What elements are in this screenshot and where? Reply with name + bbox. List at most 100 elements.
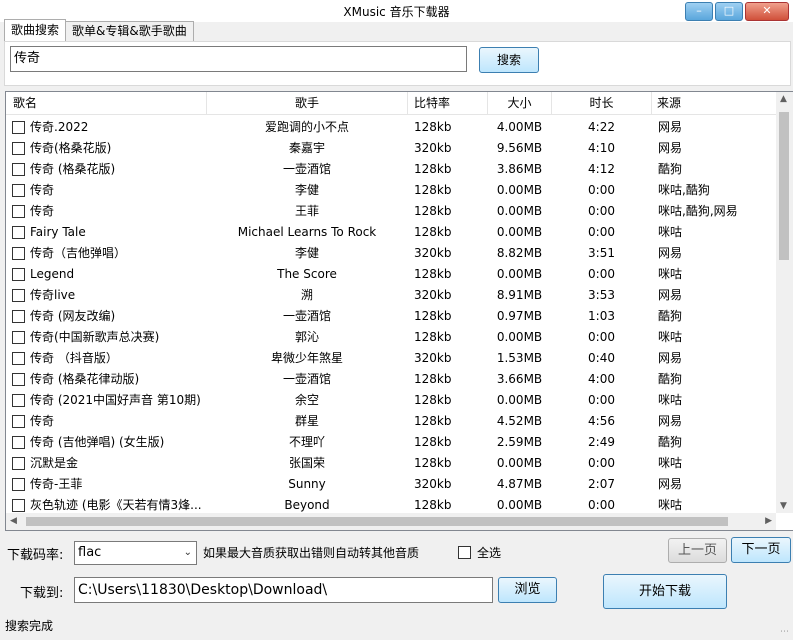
scroll-right-icon[interactable]: ▶ <box>765 516 772 526</box>
cell-duration: 0:00 <box>588 204 615 218</box>
cell-size: 4.00MB <box>496 120 543 134</box>
table-row[interactable]: 传奇(格桑花版) 秦嘉宇 320kb 9.56MB 4:10 网易 <box>6 138 776 159</box>
table-row[interactable]: 传奇 （抖音版） 卑微少年煞星 320kb 1.53MB 0:40 网易 <box>6 348 776 369</box>
row-checkbox[interactable] <box>12 226 25 239</box>
download-path-input[interactable]: C:\Users\11830\Desktop\Download\ <box>74 577 493 603</box>
table-row[interactable]: 沉默是金 张国荣 128kb 0.00MB 0:00 咪咕 <box>6 453 776 474</box>
cell-name: 传奇 (2021中国好声音 第10期) <box>30 393 201 407</box>
cell-duration: 3:53 <box>588 288 615 302</box>
scroll-up-icon[interactable]: ▲ <box>780 94 787 104</box>
cell-bitrate: 320kb <box>414 477 452 491</box>
cell-size: 0.00MB <box>496 204 543 218</box>
cell-duration: 0:00 <box>588 267 615 281</box>
row-checkbox[interactable] <box>12 205 25 218</box>
row-checkbox[interactable] <box>12 289 25 302</box>
cell-name: 沉默是金 <box>30 456 79 470</box>
row-checkbox[interactable] <box>12 436 25 449</box>
scroll-down-icon[interactable]: ▼ <box>780 501 787 511</box>
vertical-scrollbar[interactable]: ▲ ▼ <box>776 92 793 513</box>
header-bitrate-label: 比特率 <box>414 96 451 110</box>
prev-page-button[interactable]: 上一页 <box>668 538 727 563</box>
resize-grip-icon[interactable]: ⋯ <box>780 627 789 637</box>
cell-size: 0.97MB <box>496 309 543 323</box>
table-row[interactable]: 传奇 (网友改编) 一壶酒馆 128kb 0.97MB 1:03 酷狗 <box>6 306 776 327</box>
header-name[interactable]: 歌名 <box>6 92 207 114</box>
cell-name: 传奇(格桑花版) <box>30 141 112 155</box>
search-button[interactable]: 搜索 <box>479 47 539 73</box>
cell-source: 酷狗 <box>658 372 683 386</box>
table-row[interactable]: 传奇 王菲 128kb 0.00MB 0:00 咪咕,酷狗,网易 <box>6 201 776 222</box>
row-checkbox[interactable] <box>12 163 25 176</box>
cell-size: 0.00MB <box>496 267 543 281</box>
row-checkbox[interactable] <box>12 394 25 407</box>
vertical-scroll-thumb[interactable] <box>779 112 789 260</box>
next-page-button[interactable]: 下一页 <box>731 537 791 563</box>
table-row[interactable]: 传奇 群星 128kb 4.52MB 4:56 网易 <box>6 411 776 432</box>
cell-duration: 3:51 <box>588 246 615 260</box>
tab-bar: 歌曲搜索 歌单&专辑&歌手歌曲 <box>4 19 194 41</box>
cell-name: 传奇 (网友改编) <box>30 309 116 323</box>
table-row[interactable]: 传奇live 溯 320kb 8.91MB 3:53 网易 <box>6 285 776 306</box>
table-row[interactable]: 传奇(中国新歌声总决赛) 郭沁 128kb 0.00MB 0:00 咪咕 <box>6 327 776 348</box>
browse-button[interactable]: 浏览 <box>498 577 557 603</box>
table-row[interactable]: 传奇.2022 爱跑调的小不点 128kb 4.00MB 4:22 网易 <box>6 117 776 138</box>
cell-singer: 一壶酒馆 <box>282 162 331 176</box>
cell-singer: 王菲 <box>294 204 319 218</box>
cell-source: 网易 <box>658 246 683 260</box>
table-row[interactable]: Fairy Tale Michael Learns To Rock 128kb 0.0… <box>6 222 776 243</box>
start-download-button[interactable]: 开始下载 <box>603 574 727 609</box>
row-checkbox[interactable] <box>12 352 25 365</box>
tab-playlist-album-singer[interactable]: 歌单&专辑&歌手歌曲 <box>65 21 194 41</box>
header-source[interactable]: 来源 <box>652 92 776 114</box>
row-checkbox[interactable] <box>12 142 25 155</box>
row-checkbox[interactable] <box>12 184 25 197</box>
cell-singer: The Score <box>277 267 337 281</box>
list-rows: 传奇.2022 爱跑调的小不点 128kb 4.00MB 4:22 网易 传奇(格桑花版) 秦… <box>6 117 776 516</box>
row-checkbox[interactable] <box>12 415 25 428</box>
row-checkbox[interactable] <box>12 499 25 512</box>
cell-size: 8.82MB <box>496 246 543 260</box>
cell-bitrate: 320kb <box>414 141 452 155</box>
tab-song-search[interactable]: 歌曲搜索 <box>4 19 67 41</box>
row-checkbox[interactable] <box>12 247 25 260</box>
cell-singer: 爱跑调的小不点 <box>264 120 349 134</box>
header-bitrate[interactable]: 比特率 <box>408 92 488 114</box>
scroll-left-icon[interactable]: ◀ <box>10 516 17 526</box>
cell-duration: 0:40 <box>588 351 615 365</box>
cell-singer: 李健 <box>294 183 319 197</box>
rate-select[interactable]: flac ⌄ <box>74 541 197 565</box>
row-checkbox[interactable] <box>12 457 25 470</box>
row-checkbox[interactable] <box>12 121 25 134</box>
cell-duration: 0:00 <box>588 393 615 407</box>
window-controls: – □ ✕ <box>685 2 789 21</box>
row-checkbox[interactable] <box>12 310 25 323</box>
header-singer[interactable]: 歌手 <box>207 92 408 114</box>
table-row[interactable]: 传奇 (格桑花律动版) 一壶酒馆 128kb 3.66MB 4:00 酷狗 <box>6 369 776 390</box>
status-text: 搜索完成 <box>5 619 54 633</box>
header-size[interactable]: 大小 <box>488 92 552 114</box>
table-row[interactable]: 传奇（吉他弹唱） 李健 320kb 8.82MB 3:51 网易 <box>6 243 776 264</box>
table-row[interactable]: 传奇-王菲 Sunny 320kb 4.87MB 2:07 网易 <box>6 474 776 495</box>
row-checkbox[interactable] <box>12 373 25 386</box>
select-all-checkbox[interactable] <box>458 546 471 559</box>
close-icon[interactable]: ✕ <box>745 2 789 21</box>
horizontal-scroll-thumb[interactable] <box>26 517 728 526</box>
cell-source: 酷狗 <box>658 435 683 449</box>
table-row[interactable]: 传奇 (吉他弹唱) (女生版) 不理吖 128kb 2.59MB 2:49 酷狗 <box>6 432 776 453</box>
search-input[interactable]: 传奇 <box>10 46 467 72</box>
table-row[interactable]: 传奇 李健 128kb 0.00MB 0:00 咪咕,酷狗 <box>6 180 776 201</box>
table-row[interactable]: 传奇 (2021中国好声音 第10期) 余空 128kb 0.00MB 0:00 咪咕 <box>6 390 776 411</box>
horizontal-scrollbar[interactable]: ◀ ▶ <box>6 513 776 530</box>
row-checkbox[interactable] <box>12 478 25 491</box>
table-row[interactable]: 传奇 (格桑花版) 一壶酒馆 128kb 3.86MB 4:12 酷狗 <box>6 159 776 180</box>
row-checkbox[interactable] <box>12 331 25 344</box>
maximize-icon[interactable]: □ <box>715 2 743 21</box>
cell-bitrate: 320kb <box>414 246 452 260</box>
cell-name: 传奇 (格桑花版) <box>30 162 116 176</box>
cell-bitrate: 128kb <box>414 414 452 428</box>
row-checkbox[interactable] <box>12 268 25 281</box>
table-row[interactable]: Legend The Score 128kb 0.00MB 0:00 咪咕 <box>6 264 776 285</box>
results-list[interactable]: 歌名 歌手 比特率 大小 时长 来源 传奇.2022 爱跑调的小不点 128kb 4.… <box>5 91 793 531</box>
minimize-icon[interactable]: – <box>685 2 713 21</box>
header-duration[interactable]: 时长 <box>552 92 652 114</box>
